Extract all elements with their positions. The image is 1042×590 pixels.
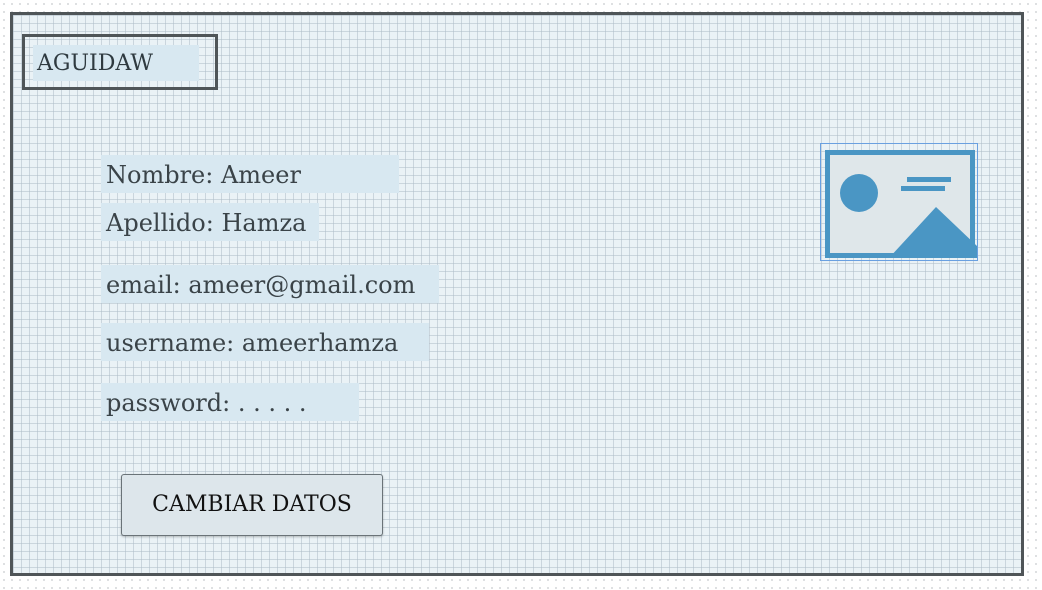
password-field: password: . . . . . [101, 383, 359, 421]
email-field: email: ameer@gmail.com [101, 265, 439, 303]
brand-box: AGUIDAW [22, 34, 218, 90]
avatar-image [820, 143, 978, 261]
apellido-field: Apellido: Hamza [101, 203, 319, 241]
username-field: username: ameerhamza [101, 323, 429, 361]
change-data-button[interactable]: CAMBIAR DATOS [121, 474, 383, 536]
profile-frame: AGUIDAW Nombre: Ameer Apellido: Hamza em… [10, 12, 1024, 576]
image-placeholder-icon [825, 150, 977, 258]
brand-label: AGUIDAW [33, 45, 199, 81]
nombre-field: Nombre: Ameer [101, 155, 399, 193]
